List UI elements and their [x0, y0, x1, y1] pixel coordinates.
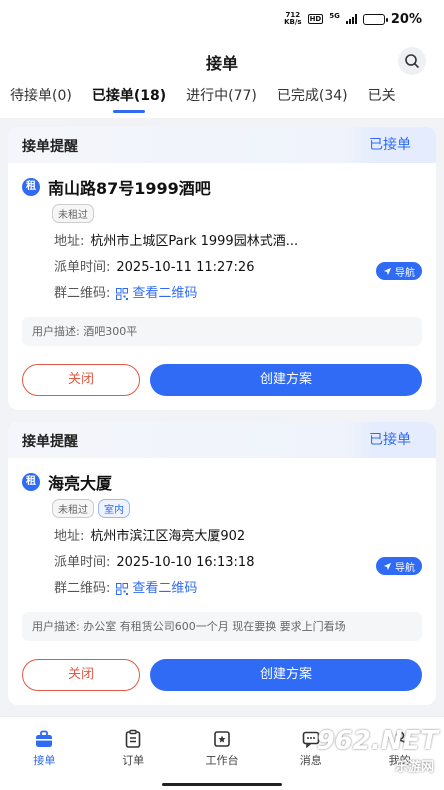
- qr-code-icon: [116, 583, 129, 595]
- create-plan-button[interactable]: 创建方案: [150, 364, 422, 396]
- nav-item-workbench[interactable]: 工作台: [178, 717, 267, 790]
- order-title: 海亮大厦: [48, 474, 113, 493]
- app-header: 接单: [0, 38, 444, 82]
- dispatch-time-value: 2025-10-11 11:27:26: [116, 260, 255, 275]
- site-watermark: 962.NET 乐游网: [298, 726, 438, 778]
- address-label: 地址:: [54, 529, 85, 544]
- group-qr-label: 群二维码:: [54, 581, 111, 596]
- signal-icon: [345, 14, 357, 24]
- navigate-button[interactable]: 导航: [376, 262, 422, 280]
- card-status: 已接单: [344, 422, 436, 458]
- tag-list: 未租过 室内: [52, 499, 422, 518]
- network-speed: 712 KB/s: [284, 11, 302, 26]
- dispatch-time-label: 派单时间:: [54, 260, 111, 275]
- search-button[interactable]: [398, 47, 426, 75]
- card-body: 租 南山路87号1999酒吧 未租过 地址: 杭州市上城区Park 1999园林…: [8, 163, 436, 410]
- order-card: 接单提醒 已接单 租 南山路87号1999酒吧 未租过 地址: 杭州市上城区Pa…: [8, 127, 436, 410]
- dispatch-time-label: 派单时间:: [54, 555, 111, 570]
- search-icon: [405, 54, 419, 68]
- nav-item-order-list[interactable]: 订单: [89, 717, 178, 790]
- card-header-title: 接单提醒: [22, 139, 78, 155]
- tag-not-rented: 未租过: [52, 499, 94, 518]
- hd-icon: HD: [307, 14, 324, 24]
- group-qr-row: 群二维码: 查看二维码: [54, 576, 422, 602]
- view-qr-link[interactable]: 查看二维码: [116, 281, 197, 307]
- home-indicator: [162, 783, 282, 786]
- close-button[interactable]: 关闭: [22, 364, 140, 396]
- view-qr-link[interactable]: 查看二维码: [116, 576, 197, 602]
- network-type: 5G: [329, 12, 340, 20]
- navigate-button[interactable]: 导航: [376, 557, 422, 575]
- address-value: 杭州市上城区Park 1999园林式酒...: [90, 234, 299, 249]
- card-header-title: 接单提醒: [22, 434, 78, 450]
- tab-accepted[interactable]: 已接单(18): [82, 82, 176, 118]
- rent-badge: 租: [22, 178, 40, 196]
- dispatch-time-value: 2025-10-10 16:13:18: [116, 555, 255, 570]
- qr-code-icon: [116, 288, 129, 300]
- address-label: 地址:: [54, 234, 85, 249]
- address-row: 地址: 杭州市上城区Park 1999园林式酒...: [54, 229, 422, 255]
- dispatch-time-row: 派单时间: 2025-10-11 11:27:26: [54, 255, 422, 281]
- address-row: 地址: 杭州市滨江区海亮大厦902: [54, 524, 422, 550]
- tab-closed[interactable]: 已关: [358, 82, 406, 118]
- status-tabs: 待接单(0) 已接单(18) 进行中(77) 已完成(34) 已关: [0, 82, 444, 118]
- status-bar: 712 KB/s HD 5G 20%: [0, 0, 444, 38]
- close-button[interactable]: 关闭: [22, 659, 140, 691]
- order-title: 南山路87号1999酒吧: [48, 179, 211, 198]
- watermark-logo: 962.NET: [316, 726, 438, 756]
- briefcase-icon: [36, 730, 53, 747]
- order-list: 接单提醒 已接单 租 南山路87号1999酒吧 未租过 地址: 杭州市上城区Pa…: [8, 127, 436, 705]
- navigation-arrow-icon: [383, 267, 392, 275]
- tag-not-rented: 未租过: [52, 204, 94, 223]
- group-qr-row: 群二维码: 查看二维码: [54, 281, 422, 307]
- tab-in-progress[interactable]: 进行中(77): [176, 82, 267, 118]
- create-plan-button[interactable]: 创建方案: [150, 659, 422, 691]
- card-status: 已接单: [344, 127, 436, 163]
- user-description: 用户描述: 办公室 有租赁公司600一个月 现在要换 要求上门看场: [22, 612, 422, 641]
- tab-pending[interactable]: 待接单(0): [0, 82, 82, 118]
- order-card: 接单提醒 已接单 租 海亮大厦 未租过 室内 地址: 杭州市滨江区海亮大厦902…: [8, 422, 436, 705]
- navigation-arrow-icon: [383, 562, 392, 570]
- card-header: 接单提醒 已接单: [8, 422, 436, 458]
- page-title: 接单: [205, 54, 238, 73]
- card-header: 接单提醒 已接单: [8, 127, 436, 163]
- group-qr-label: 群二维码:: [54, 286, 111, 301]
- workbench-icon: [214, 731, 230, 747]
- battery-percent: 20%: [390, 11, 422, 27]
- clipboard-icon: [125, 729, 141, 748]
- tag-indoor: 室内: [98, 499, 130, 518]
- battery-icon: [362, 13, 388, 25]
- card-body: 租 海亮大厦 未租过 室内 地址: 杭州市滨江区海亮大厦902 派单时间: 20…: [8, 458, 436, 705]
- watermark-subtitle: 乐游网: [394, 760, 434, 775]
- tag-list: 未租过: [52, 204, 422, 223]
- nav-item-orders-accept[interactable]: 接单: [0, 717, 89, 790]
- tab-completed[interactable]: 已完成(34): [267, 82, 358, 118]
- dispatch-time-row: 派单时间: 2025-10-10 16:13:18: [54, 550, 422, 576]
- rent-badge: 租: [22, 473, 40, 491]
- user-description: 用户描述: 酒吧300平: [22, 317, 422, 346]
- address-value: 杭州市滨江区海亮大厦902: [90, 529, 246, 544]
